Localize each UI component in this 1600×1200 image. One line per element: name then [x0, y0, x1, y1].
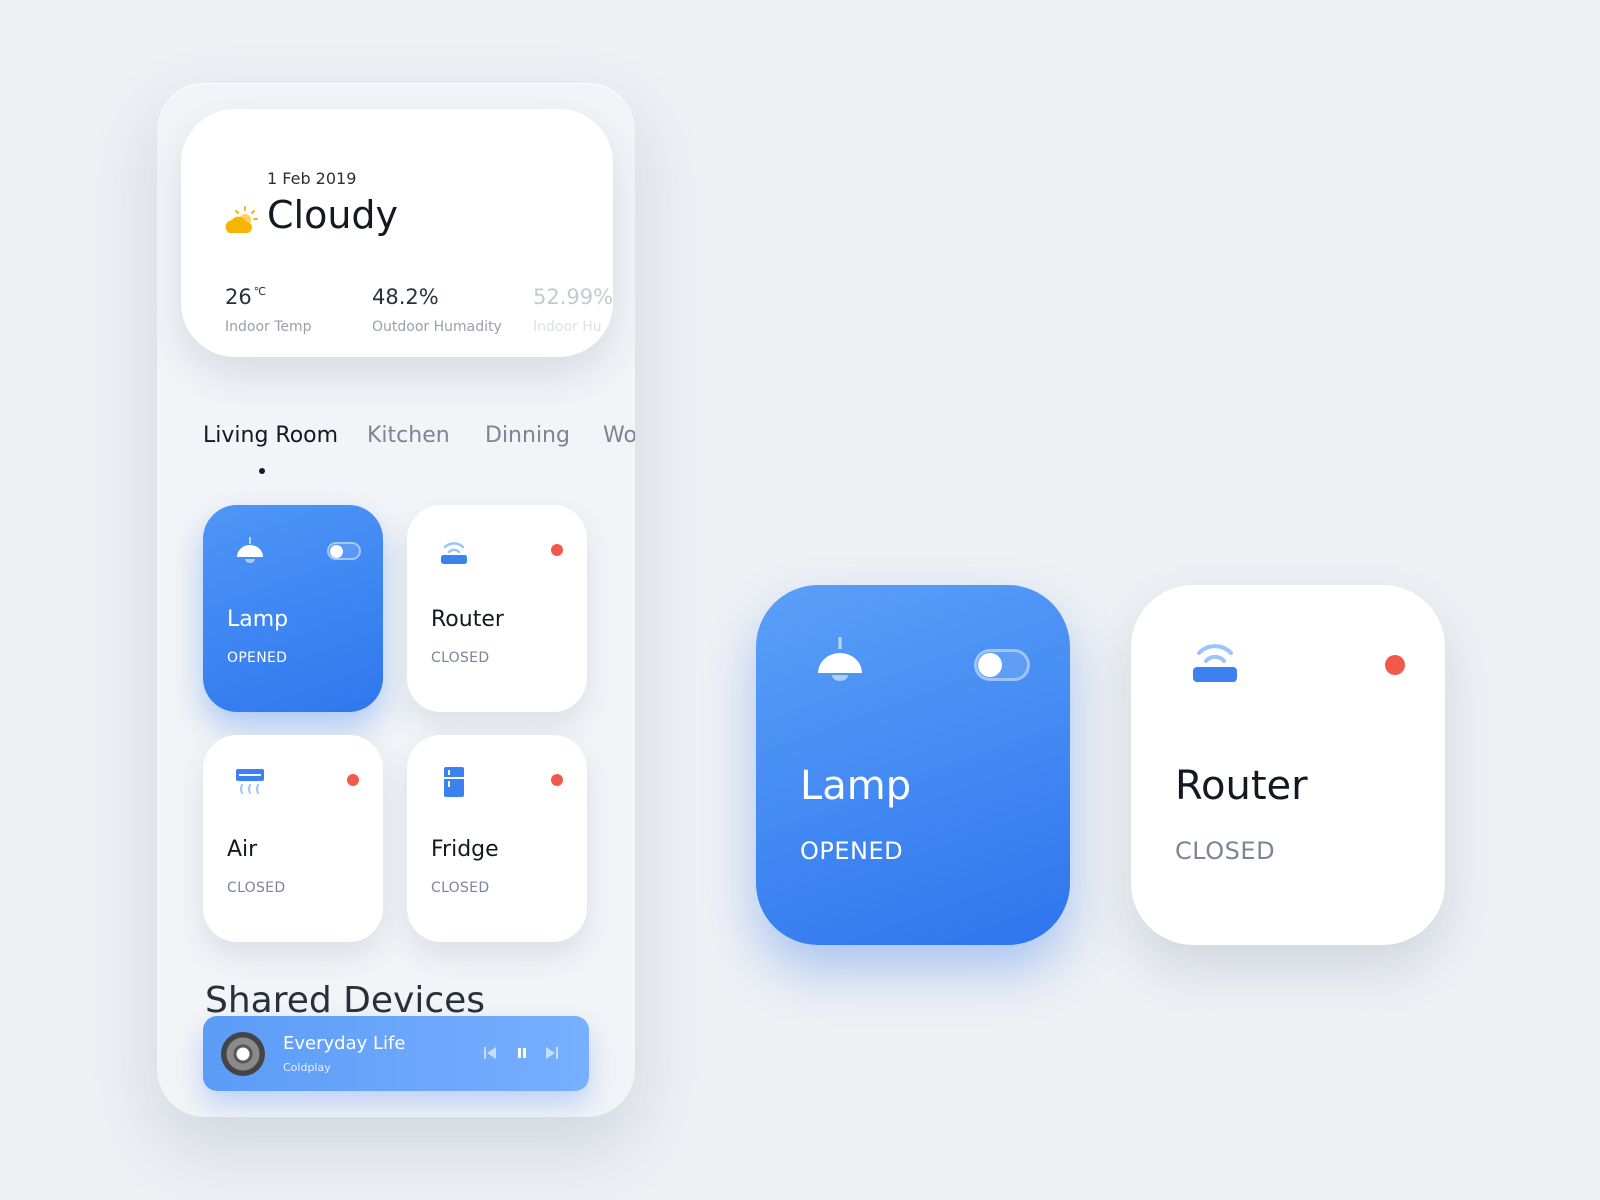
- stat-label: Outdoor Humadity: [372, 319, 502, 335]
- next-icon[interactable]: [543, 1044, 561, 1062]
- stat-value: 26: [225, 285, 252, 309]
- device-card-router[interactable]: Router CLOSED: [407, 505, 587, 712]
- stat-value: 48.2%: [372, 285, 439, 309]
- router-icon: [1193, 644, 1237, 682]
- song-artist: Coldplay: [283, 1061, 331, 1074]
- shared-devices-heading: Shared Devices: [205, 980, 486, 1021]
- device-name: Router: [431, 607, 504, 632]
- tab-kitchen[interactable]: Kitchen: [367, 423, 450, 448]
- stat-value: 52.99%: [533, 285, 613, 309]
- device-name: Lamp: [800, 763, 912, 809]
- status-dot: [551, 544, 563, 556]
- device-state: CLOSED: [431, 650, 490, 666]
- air-conditioner-icon: [236, 769, 264, 794]
- tab-living-room[interactable]: Living Room: [203, 423, 338, 448]
- router-icon: [441, 542, 467, 564]
- toggle-knob: [978, 653, 1002, 677]
- album-art: [221, 1032, 265, 1076]
- preview-card-router[interactable]: Router CLOSED: [1131, 585, 1445, 945]
- device-state: OPENED: [800, 837, 904, 865]
- weather-date: 1 Feb 2019: [267, 169, 357, 188]
- status-dot: [347, 774, 359, 786]
- device-state: CLOSED: [227, 880, 286, 896]
- device-name: Fridge: [431, 837, 499, 862]
- device-card-air[interactable]: Air CLOSED: [203, 735, 383, 942]
- preview-card-lamp[interactable]: Lamp OPENED: [756, 585, 1070, 945]
- stat-label: Indoor Hu: [533, 319, 602, 335]
- lamp-toggle[interactable]: [327, 542, 361, 560]
- device-name: Lamp: [227, 607, 289, 632]
- toggle-knob: [330, 545, 343, 558]
- device-card-lamp[interactable]: Lamp OPENED: [203, 505, 383, 712]
- device-state: CLOSED: [1175, 837, 1276, 865]
- weather-condition: Cloudy: [267, 193, 399, 237]
- room-tabs: Living Room Kitchen Dinning Wo: [203, 423, 635, 483]
- status-dot: [551, 774, 563, 786]
- lamp-icon: [237, 537, 263, 563]
- status-dot: [1385, 655, 1405, 675]
- pause-icon[interactable]: [513, 1044, 531, 1062]
- weather-card: 1 Feb 2019 Cloudy 26 ℃ Indoor Temp 48.2% …: [181, 109, 613, 357]
- lamp-icon: [818, 637, 862, 681]
- phone-screen: 1 Feb 2019 Cloudy 26 ℃ Indoor Temp 48.2% …: [157, 83, 635, 1117]
- music-player[interactable]: Everyday Life Coldplay: [203, 1016, 589, 1091]
- tab-wo[interactable]: Wo: [603, 423, 635, 448]
- lamp-toggle[interactable]: [974, 649, 1030, 681]
- fridge-icon: [444, 767, 464, 797]
- weather-stats: 26 ℃ Indoor Temp 48.2% Outdoor Humadity 5…: [225, 285, 613, 345]
- stat-outdoor-humidity: 48.2% Outdoor Humadity: [372, 285, 502, 335]
- previous-icon[interactable]: [481, 1044, 499, 1062]
- active-tab-indicator: [259, 468, 265, 474]
- device-name: Router: [1175, 763, 1308, 809]
- device-name: Air: [227, 837, 258, 862]
- song-title: Everyday Life: [283, 1033, 406, 1054]
- cloud-sun-icon: [225, 206, 258, 233]
- tab-dinning[interactable]: Dinning: [485, 423, 570, 448]
- stat-unit: ℃: [253, 285, 267, 298]
- stat-indoor-temp: 26 ℃ Indoor Temp: [225, 285, 312, 335]
- device-card-fridge[interactable]: Fridge CLOSED: [407, 735, 587, 942]
- stat-indoor-humidity: 52.99% Indoor Hu: [533, 285, 613, 335]
- device-state: CLOSED: [431, 880, 490, 896]
- stat-label: Indoor Temp: [225, 319, 312, 335]
- device-state: OPENED: [227, 650, 288, 666]
